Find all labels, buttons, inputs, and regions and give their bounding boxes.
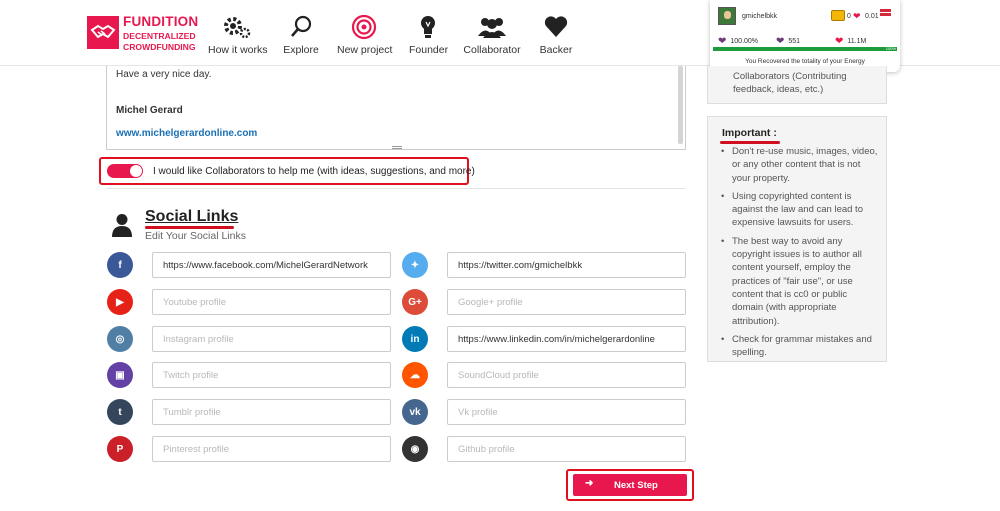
voting-power-value: 100.00% xyxy=(730,38,759,45)
nav-label: New project xyxy=(337,44,393,56)
brand-tagline-1: DECENTRALIZED xyxy=(123,31,196,41)
reputation-stat: ❤ 551 xyxy=(776,36,800,47)
nav-founder[interactable]: Founder xyxy=(409,14,449,56)
divider xyxy=(106,188,686,189)
chest-count: 0 xyxy=(847,13,851,20)
tumblr-profile-input[interactable]: Tumblr profile xyxy=(152,399,391,425)
googleplus-profile-input[interactable]: Google+ profile xyxy=(447,289,686,315)
nav-label: How it works xyxy=(208,44,268,56)
arrow-right-icon: ➜ xyxy=(585,478,594,489)
treasure-chest-icon[interactable] xyxy=(831,10,845,21)
vk-profile-input[interactable]: Vk profile xyxy=(447,399,686,425)
nav-label: Founder xyxy=(409,44,449,56)
user-panel: gmichelbkk 0 ❤ 0.01 ❤ 100.00% ❤ 551 ❤ 11… xyxy=(710,0,900,72)
description-editor[interactable]: Have a very nice day. Michel Gerard www.… xyxy=(106,66,686,150)
avatar[interactable] xyxy=(718,7,736,25)
collaborators-note: Collaborators (Contributing feedback, id… xyxy=(733,71,847,95)
soundcloud-icon: ☁ xyxy=(402,362,428,388)
heart-icon: ❤ xyxy=(853,11,861,21)
search-icon xyxy=(282,14,320,40)
important-list: Don't re-use music, images, video, or an… xyxy=(720,145,880,364)
github-profile-input[interactable]: Github profile xyxy=(447,436,686,462)
editor-scrollbar[interactable] xyxy=(678,66,683,144)
twitter-icon: ✦ xyxy=(402,252,428,278)
social-links-subtitle: Edit Your Social Links xyxy=(145,230,246,242)
tumblr-icon: t xyxy=(107,399,133,425)
brand-name: FUNDITION xyxy=(123,14,199,29)
linkedin-icon: in xyxy=(402,326,428,352)
energy-message: You Recovered the totality of your Energ… xyxy=(745,58,865,65)
flag-icon[interactable] xyxy=(880,9,891,16)
heart-icon: ❤ xyxy=(835,36,844,47)
signature-link[interactable]: www.michelgerardonline.com xyxy=(116,128,257,139)
twitch-profile-input[interactable]: Twitch profile xyxy=(152,362,391,388)
voting-power-stat: ❤ 100.00% xyxy=(718,36,758,47)
linkedin-profile-input[interactable]: https://www.linkedin.com/in/michelgerard… xyxy=(447,326,686,352)
list-item: Using copyrighted content is against the… xyxy=(720,190,880,230)
brand-logo[interactable]: FUNDITION DECENTRALIZED CROWDFUNDING xyxy=(87,14,199,54)
facebook-icon: f xyxy=(107,252,133,278)
youtube-profile-input[interactable]: Youtube profile xyxy=(152,289,391,315)
title-underline xyxy=(145,226,234,229)
collaborators-toggle[interactable] xyxy=(107,164,143,178)
next-step-button[interactable]: ➜ Next Step xyxy=(573,474,687,496)
collaborators-toggle-label: I would like Collaborators to help me (w… xyxy=(153,166,475,177)
signature-name: Michel Gerard xyxy=(116,105,183,116)
next-step-label: Next Step xyxy=(614,480,658,491)
nav-how-it-works[interactable]: How it works xyxy=(208,14,268,56)
rate-value: 0.01 xyxy=(865,13,879,20)
nav-explore[interactable]: Explore xyxy=(282,14,320,56)
balance-value: 11.1M xyxy=(847,38,867,45)
collaborators-toggle-row: I would like Collaborators to help me (w… xyxy=(99,157,475,185)
vk-icon: vk xyxy=(402,399,428,425)
nav-label: Collaborator xyxy=(463,44,521,56)
nav-label: Explore xyxy=(283,44,319,56)
next-step-highlight: ➜ Next Step xyxy=(566,469,694,501)
handshake-icon xyxy=(87,16,119,49)
list-item: The best way to avoid any copyright issu… xyxy=(720,235,880,328)
pinterest-icon: P xyxy=(107,436,133,462)
pinterest-profile-input[interactable]: Pinterest profile xyxy=(152,436,391,462)
balance-stat: ❤ 11.1M xyxy=(835,36,866,47)
gears-icon xyxy=(208,14,266,40)
twitter-profile-input[interactable]: https://twitter.com/gmichelbkk xyxy=(447,252,686,278)
username[interactable]: gmichelbkk xyxy=(742,13,777,20)
instagram-icon: ◎ xyxy=(107,326,133,352)
github-icon: ◉ xyxy=(402,436,428,462)
social-links-title: Social Links xyxy=(145,208,239,225)
energy-progress-bar: 100% xyxy=(713,46,897,51)
nav-new-project[interactable]: New project xyxy=(337,14,393,56)
heart-icon xyxy=(539,14,573,40)
person-icon xyxy=(111,213,133,242)
nav-backer[interactable]: Backer xyxy=(539,14,573,56)
target-icon xyxy=(337,14,391,40)
heart-icon: ❤ xyxy=(718,36,727,47)
soundcloud-profile-input[interactable]: SoundCloud profile xyxy=(447,362,686,388)
energy-progress-label: 100% xyxy=(885,46,896,51)
signature-greeting: Have a very nice day. xyxy=(116,69,212,80)
google-plus-icon: G+ xyxy=(402,289,428,315)
collaborators-info-panel: Collaborators (Contributing feedback, id… xyxy=(707,66,887,104)
nav-label: Backer xyxy=(539,44,573,56)
youtube-icon: ▶ xyxy=(107,289,133,315)
heart-icon: ❤ xyxy=(776,36,785,47)
instagram-profile-input[interactable]: Instagram profile xyxy=(152,326,391,352)
important-panel: Important : Don't re-use music, images, … xyxy=(707,116,887,362)
facebook-profile-input[interactable]: https://www.facebook.com/MichelGerardNet… xyxy=(152,252,391,278)
group-icon xyxy=(463,14,521,40)
list-item: Check for grammar mistakes and spelling. xyxy=(720,333,880,360)
lightbulb-icon xyxy=(409,14,447,40)
editor-resize-handle[interactable] xyxy=(392,146,402,149)
reputation-value: 551 xyxy=(788,38,801,45)
brand-tagline-2: CROWDFUNDING xyxy=(123,42,196,52)
title-underline xyxy=(720,141,780,144)
nav-collaborator[interactable]: Collaborator xyxy=(463,14,521,56)
important-title: Important : xyxy=(722,127,777,139)
twitch-icon: ▣ xyxy=(107,362,133,388)
list-item: Don't re-use music, images, video, or an… xyxy=(720,145,880,185)
